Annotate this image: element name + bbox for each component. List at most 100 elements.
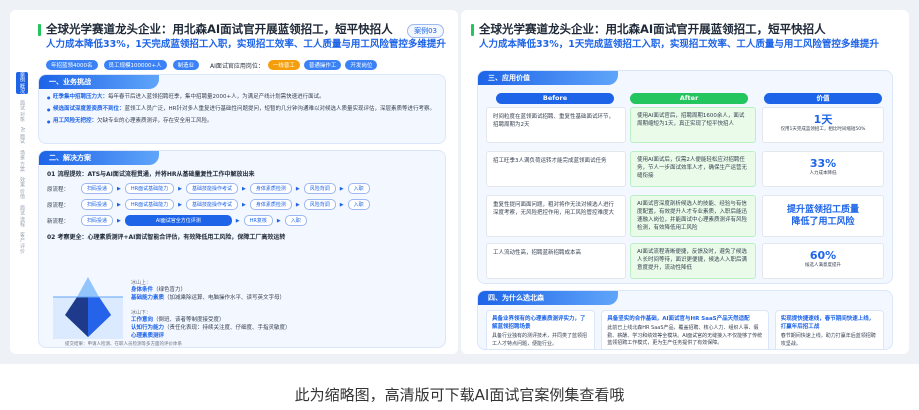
flow-step: 基础技能操作考试 — [185, 199, 238, 210]
side-nav-item[interactable]: 案例 概况 — [16, 72, 28, 94]
positions-label: AI面试官应用岗位： — [210, 62, 264, 70]
after-cell: AI面试官深度剖析候选人的技能、经验与有信度配置，有效提升人才专业素质，入职后能… — [630, 195, 756, 237]
section-title: 一、业务挑战 — [39, 75, 159, 89]
thumbnail-frame: 全球光学赛道龙头企业：用北森AI面试官开展蓝领招工，短平快招人 人力成本降低33… — [0, 0, 919, 364]
value-row: 工人流动性高，招聘蓝新招聘成本高 AI面试流程清晰便捷，反馈及时，避免了候选人长… — [486, 243, 884, 281]
position-chip: 一线普工 — [267, 60, 300, 70]
value-row: 重复性提问面面问题，粗对将作无法对候选人进行深度考察，无风险把控作用，用工风险管… — [486, 195, 884, 239]
assess-title: 02 考察更全：心理素质测评+AI面试智能合评估，有效降低用工风险，保障工厂高效… — [47, 234, 286, 241]
flow-step: 扫码投递 — [81, 215, 114, 226]
slide-right-title: 全球光学赛道龙头企业：用北森AI面试官开展蓝领招工，短平快招人 — [479, 22, 826, 36]
value-small: 仅用1天完成蓝领招工，相比时间缩短50% — [780, 127, 866, 132]
after-cell: AI面试流程清晰便捷，反馈及时，避免了候选人长时间等待，面识更便捷，候选人入职后… — [630, 243, 756, 279]
value-cell: 33% 人力成本降低 — [762, 151, 884, 187]
challenge-item: 旺季集中招聘压力大：每年春节后进入蓝领招聘旺季，集中招聘量2000+人，为满足产… — [39, 93, 445, 102]
side-nav-item[interactable]: 面试 流程 — [16, 205, 28, 227]
flow-step: HR复核 — [243, 215, 273, 226]
title-accent-bar — [471, 24, 474, 36]
flow-step: 入职 — [347, 183, 370, 194]
download-caption: 此为缩略图，高清版可下载AI面试官案例集查看哦 — [294, 386, 625, 404]
assessment-item: 心理素质测评 — [131, 333, 165, 339]
flow-step: 身体素质检测 — [249, 199, 292, 210]
side-nav-item[interactable]: 场景 方案 — [16, 150, 28, 172]
above-water-list: 冰山上： 身体条件（绿色盲力） 基础能力素质（加减乘除运算、电脑操作水平、读写英… — [131, 279, 371, 302]
value-small: 人力成本降低 — [809, 171, 837, 176]
before-cell: 重复性提问面面问题，粗对将作无法对候选人进行深度考察，无风险把控作用，用工风险管… — [486, 195, 626, 237]
challenge-item: 用工风险无把控：欠缺专业的心理素质测评，存在安全用工风险。 — [39, 117, 445, 126]
why-item: 实现提快捷速线，春节期间快速上线，打赢年后招工战 春节期间快速上线，助力打赢年后… — [774, 310, 884, 349]
section-why-beisen: 四、为什么选北森 具备业界领有的心理素质测评实力，了解蓝领招聘场景 具备行业独有… — [477, 290, 893, 350]
section-title: 三、应用价值 — [478, 71, 618, 85]
value-cell: 60% 候选人满意度提升 — [762, 243, 884, 279]
assessment-item: 身体条件（绿色盲力） — [131, 287, 187, 293]
value-row: 时间粒度在蓝领面试招聘、重复性基础面试环节，招聘周期为2天 使用AI面试官后，招… — [486, 107, 884, 145]
slide-right-header: 全球光学赛道龙头企业：用北森AI面试官开展蓝领招工，短平快招人 人力成本降低33… — [471, 22, 879, 52]
value-big: 33% — [809, 157, 837, 170]
position-chips: AI面试官应用岗位： 一线普工 普通操作工 开发岗位 — [210, 60, 378, 70]
title-accent-bar — [38, 24, 41, 36]
assessment-item: 工作意向（倒班、该者等制度接受度） — [131, 317, 225, 323]
stat-chip: 年招蓝领4000名 — [46, 60, 98, 70]
before-cell: 工人流动性高，招聘蓝新招聘成本高 — [486, 243, 626, 279]
flow-step: 风险背调 — [303, 183, 336, 194]
stat-chip: 员工规模100000+人 — [103, 60, 167, 70]
value-small: 候选人满意度提升 — [805, 263, 841, 268]
stat-chips: 年招蓝领4000名 员工规模100000+人 制造业 — [46, 60, 200, 70]
stat-chip: 制造业 — [172, 60, 200, 70]
flow-step: 身体素质检测 — [249, 183, 292, 194]
flow-step: HR面试基础能力 — [124, 183, 175, 194]
value-cell: 1天 仅用1天完成蓝领招工，相比时间缩短50% — [762, 107, 884, 143]
case-tag: 案例03 — [407, 24, 444, 38]
side-nav-item[interactable]: 效果 价值 — [16, 177, 28, 199]
section-business-challenge: 一、业务挑战 旺季集中招聘压力大：每年春节后进入蓝领招聘旺季，集中招聘量2000… — [38, 74, 446, 144]
flow-before: 原流程： 扫码投递 ▶ HR面试基础能力 ▶ 基础技能操作考试 ▶ 身体素质检测 ▶ 风… — [39, 183, 445, 194]
flow-mid: 原流程： 扫码投递 ▶ HR面试基础能力 ▶ 基础技能操作考试 ▶ 身体素质检测 ▶ 风… — [39, 199, 445, 210]
flow-title: 01 流程提效：ATS与AI面试流程贯通，并将HR从基础量复性工作中解放出来 — [47, 171, 255, 178]
flow-step: 风险背调 — [303, 199, 336, 210]
flow-step: 扫码投递 — [81, 199, 114, 210]
iceberg-illustration — [53, 275, 123, 339]
value-big: 60% — [809, 249, 837, 262]
flow-new: 新流程： 扫码投递 ▶ AI面试官全方位评测 ▶ HR复核 ▶ 入职 — [39, 215, 445, 226]
assessment-item: 基础能力素质（加减乘除运算、电脑操作水平、读写英文字母） — [131, 295, 286, 301]
slide-left-subtitle: 人力成本降低33%，1天完成蓝领招工入职，实现招工效率、工人质量与用工风险管控多… — [46, 39, 446, 50]
flow-step-ai: AI面试官全方位评测 — [124, 215, 232, 226]
assessment-item: 认知行为能力（责任化表现：持续关注度、仔细度、手指灵敏度） — [131, 325, 291, 331]
slide-left-title: 全球光学赛道龙头企业：用北森AI面试官开展蓝领招工，短平快招人 — [46, 22, 393, 36]
slide-left-header: 全球光学赛道龙头企业：用北森AI面试官开展蓝领招工，短平快招人 人力成本降低33… — [38, 22, 446, 52]
why-item: 具备坚实的合作基础，AI面试官与HR SaaS产品天然适配 此前已上线北森HR … — [601, 310, 769, 349]
column-header-before: Before — [496, 93, 614, 104]
flow-step: 入职 — [347, 199, 370, 210]
position-chip: 普通操作工 — [303, 60, 342, 70]
flow-step: HR面试基础能力 — [124, 199, 175, 210]
value-big: 提升蓝领招工质量 降低了用工风险 — [786, 205, 859, 227]
section-application-value: 三、应用价值 Before After 价值 时间粒度在蓝领面试招聘、重复性基础… — [477, 70, 893, 284]
after-cell: 使用AI面试后，仅需2人便能轻松应对招聘任务，节人一步面试效率人才，确保生产运营… — [630, 151, 756, 187]
value-row: 招工旺季3人满负荷运转才能完成蓝领面试任务 使用AI面试后，仅需2人便能轻松应对… — [486, 151, 884, 189]
side-nav-item[interactable]: AI 面试 — [16, 127, 28, 143]
after-cell: 使用AI面试官后，招聘周期1600余人，面试周期缩短为1天，真正实现了短平快招人 — [630, 107, 756, 143]
flow-step: 入职 — [284, 215, 307, 226]
side-nav: 案例 概况 面试 对象 AI 面试 场景 方案 效果 价值 面试 流程 客户 评… — [16, 72, 28, 260]
side-nav-item[interactable]: 客户 评价 — [16, 232, 28, 254]
side-nav-item[interactable]: 面试 对象 — [16, 100, 28, 122]
flow-step: 基础技能操作考试 — [185, 183, 238, 194]
slide-left: 全球光学赛道龙头企业：用北森AI面试官开展蓝领招工，短平快招人 人力成本降低33… — [10, 10, 458, 354]
value-big: 1天 — [813, 113, 833, 126]
column-header-value: 价值 — [764, 93, 882, 104]
before-cell: 招工旺季3人满负荷运转才能完成蓝领面试任务 — [486, 151, 626, 187]
value-cell: 提升蓝领招工质量 降低了用工风险 — [762, 195, 884, 237]
iceberg-icon — [53, 277, 123, 339]
slide-right-subtitle: 人力成本降低33%，1天完成蓝领招工入职，实现招工效率、工人质量与用工风险管控多… — [479, 39, 879, 50]
position-chip: 开发岗位 — [345, 60, 378, 70]
flow-step: 扫码投递 — [81, 183, 114, 194]
why-item: 具备业界领有的心理素质测评实力，了解蓝领招聘场景 具备行业独有的测评技术，并同类… — [486, 310, 596, 349]
column-header-after: After — [630, 93, 748, 104]
challenge-item: 候选面试深度差资质不到位：蓝领工人员广泛，HR针对多人重复进行基础性问题提问，短… — [39, 105, 445, 114]
before-cell: 时间粒度在蓝领面试招聘、重复性基础面试环节，招聘周期为2天 — [486, 107, 626, 143]
section-title: 二、解决方案 — [39, 151, 159, 165]
section-title: 四、为什么选北森 — [478, 291, 618, 305]
why-list: 具备业界领有的心理素质测评实力，了解蓝领招聘场景 具备行业独有的测评技术，并同类… — [478, 305, 892, 349]
slide-right: 全球光学赛道龙头企业：用北森AI面试官开展蓝领招工，短平快招人 人力成本降低33… — [461, 10, 909, 354]
below-water-list: 冰山下： 工作意向（倒班、该者等制度接受度） 认知行为能力（责任化表现：持续关注… — [131, 309, 371, 340]
